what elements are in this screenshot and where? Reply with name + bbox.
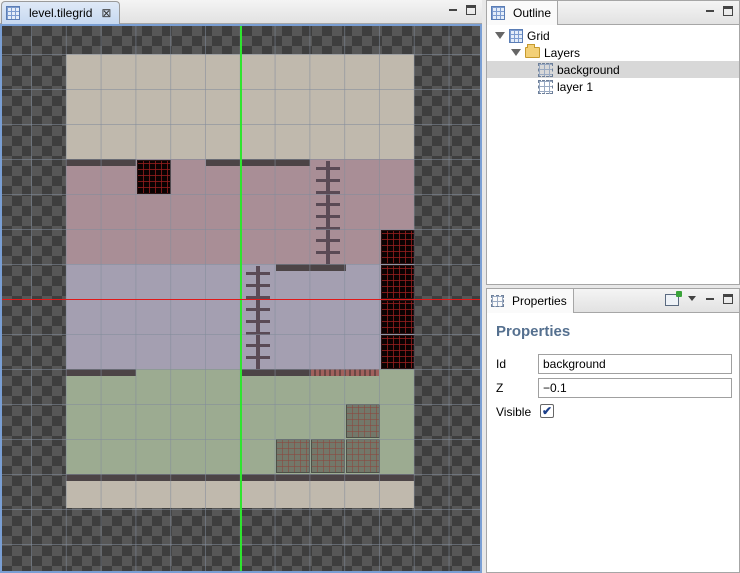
layer-icon bbox=[538, 79, 553, 94]
ledge-tile bbox=[66, 369, 136, 376]
ledge-tile bbox=[241, 369, 311, 376]
view-menu-icon[interactable] bbox=[687, 294, 697, 304]
tile-canvas-frame bbox=[0, 24, 482, 573]
tree-item-grid[interactable]: Grid bbox=[487, 27, 739, 44]
outline-tab-bar: Outline bbox=[487, 1, 739, 25]
outline-window-controls bbox=[705, 6, 733, 16]
z-label: Z bbox=[496, 381, 504, 395]
editor-window-controls bbox=[448, 5, 476, 15]
id-label: Id bbox=[496, 357, 507, 371]
crate-tile bbox=[381, 335, 415, 369]
maximize-icon[interactable] bbox=[723, 294, 733, 304]
visible-label: Visible bbox=[496, 405, 532, 419]
minimize-icon[interactable] bbox=[705, 6, 715, 16]
tree-item-background[interactable]: background bbox=[487, 61, 739, 78]
ladder-tile bbox=[313, 161, 343, 264]
tab-properties[interactable]: Properties bbox=[487, 289, 574, 313]
grid-icon bbox=[509, 28, 523, 43]
chevron-down-icon[interactable] bbox=[511, 49, 521, 56]
editor-tab-bar: level.tilegrid ⊠ bbox=[0, 0, 482, 24]
crate-tile bbox=[381, 230, 415, 264]
properties-body: Properties Id Z Visible ✔ bbox=[487, 313, 739, 572]
id-field[interactable] bbox=[538, 354, 732, 374]
chevron-down-icon[interactable] bbox=[495, 32, 505, 39]
properties-panel: Properties Properties Id Z Visible ✔ bbox=[486, 288, 740, 573]
outline-icon bbox=[491, 6, 505, 20]
maximize-icon[interactable] bbox=[723, 6, 733, 16]
crate-tile bbox=[346, 439, 380, 473]
editor-tab-label: level.tilegrid bbox=[29, 6, 93, 20]
visible-checkbox[interactable]: ✔ bbox=[540, 404, 554, 418]
properties-tab-bar: Properties bbox=[487, 289, 739, 313]
minimize-icon[interactable] bbox=[705, 294, 715, 304]
tree-item-layers[interactable]: Layers bbox=[487, 44, 739, 61]
outline-panel: Outline Grid Layers background layer 1 bbox=[486, 0, 740, 285]
ledge-tile bbox=[206, 159, 310, 166]
ledge-tile bbox=[66, 159, 136, 166]
properties-icon bbox=[491, 295, 504, 307]
layer-icon bbox=[538, 62, 553, 77]
x-axis-line bbox=[2, 299, 480, 300]
tile-canvas[interactable] bbox=[2, 26, 480, 571]
tilegrid-icon bbox=[6, 6, 20, 20]
workbench: level.tilegrid ⊠ Outline Grid Layers bac… bbox=[0, 0, 740, 573]
crate-tile bbox=[381, 265, 415, 299]
maximize-icon[interactable] bbox=[466, 5, 476, 15]
z-field[interactable] bbox=[538, 378, 732, 398]
crate-tile bbox=[137, 160, 171, 194]
crate-tile bbox=[276, 439, 310, 473]
ladder-tile bbox=[243, 266, 273, 369]
tree-item-label: background bbox=[557, 62, 620, 77]
tab-outline[interactable]: Outline bbox=[487, 1, 559, 25]
ledge-tile bbox=[276, 264, 346, 271]
editor-tab[interactable]: level.tilegrid ⊠ bbox=[1, 1, 121, 24]
spike-tile bbox=[311, 369, 379, 376]
properties-window-controls bbox=[665, 291, 733, 306]
tree-item-label: Grid bbox=[527, 28, 550, 43]
outline-tree: Grid Layers background layer 1 bbox=[487, 27, 739, 95]
crate-tile bbox=[381, 300, 415, 334]
close-icon[interactable]: ⊠ bbox=[101, 6, 111, 20]
outline-tab-label: Outline bbox=[513, 6, 552, 20]
crate-tile bbox=[346, 404, 380, 438]
folder-icon bbox=[525, 44, 540, 58]
checkmark-icon: ✔ bbox=[541, 404, 553, 418]
crate-tile bbox=[311, 439, 345, 473]
minimize-icon[interactable] bbox=[448, 5, 458, 15]
tree-item-label: layer 1 bbox=[557, 79, 594, 94]
properties-tab-label: Properties bbox=[512, 294, 567, 308]
tree-item-label: Layers bbox=[544, 45, 581, 60]
properties-heading: Properties bbox=[496, 323, 571, 340]
tree-item-layer-1[interactable]: layer 1 bbox=[487, 78, 739, 95]
tilegrid-editor: level.tilegrid ⊠ bbox=[0, 0, 482, 573]
new-properties-view-icon[interactable] bbox=[665, 291, 682, 306]
